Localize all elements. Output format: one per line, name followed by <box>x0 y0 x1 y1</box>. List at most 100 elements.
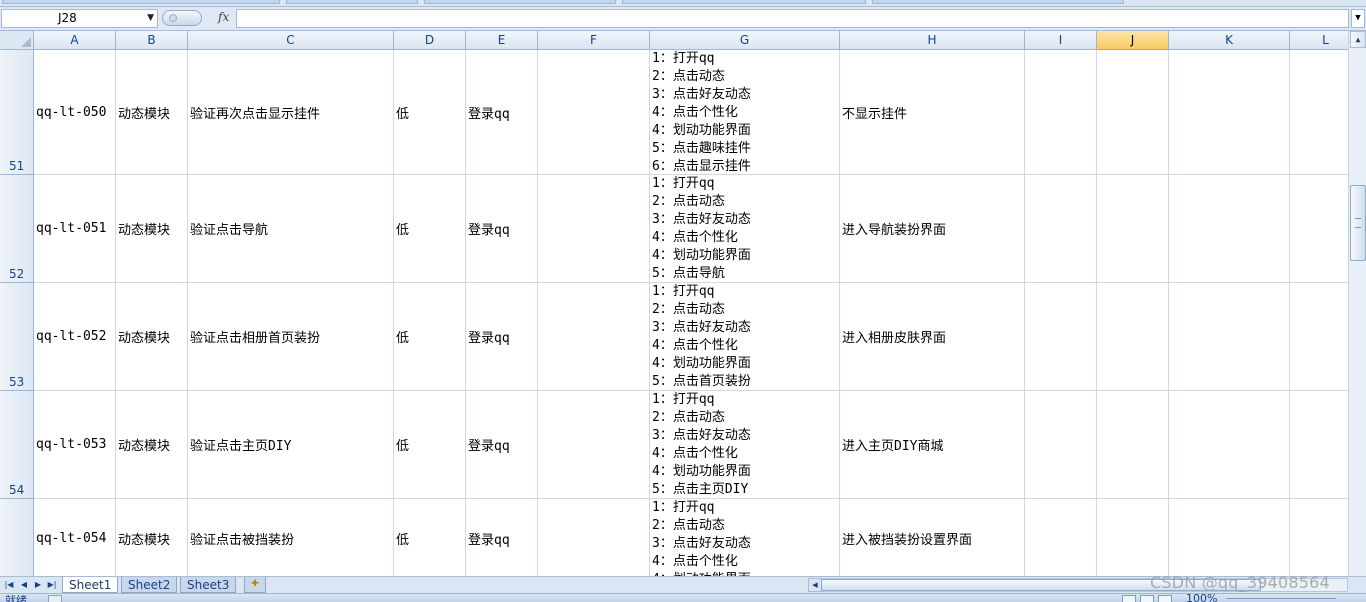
cell-empty[interactable] <box>538 175 650 283</box>
cell-precondition[interactable]: 登录qq <box>466 283 538 391</box>
sheet-tab[interactable]: Sheet2 <box>121 577 178 593</box>
cell-expected[interactable]: 进入被挡装扮设置界面 <box>840 499 1025 576</box>
column-header-j[interactable]: J <box>1097 31 1169 50</box>
cell-id[interactable]: qq-lt-050 <box>34 50 116 175</box>
cell-id[interactable]: qq-lt-051 <box>34 175 116 283</box>
cell-empty[interactable] <box>1097 50 1169 175</box>
macro-record-icon[interactable] <box>48 595 62 602</box>
column-header-e[interactable]: E <box>466 31 538 50</box>
formula-input[interactable] <box>236 9 1349 28</box>
column-header-g[interactable]: G <box>650 31 840 50</box>
cell-empty[interactable] <box>1097 391 1169 499</box>
scroll-up-button[interactable]: ▲ <box>1350 31 1366 48</box>
cell-id[interactable]: qq-lt-054 <box>34 499 116 576</box>
cell-empty[interactable] <box>538 283 650 391</box>
insert-sheet-icon[interactable]: ✚ <box>244 577 266 593</box>
cell-empty[interactable] <box>1290 391 1348 499</box>
cell-steps[interactable]: 1：打开qq 2：点击动态 3：点击好友动态 4：点击个性化 4：划动功能界面 5：点击首… <box>650 283 840 391</box>
vertical-scrollbar[interactable]: ▲ <box>1348 31 1366 576</box>
formula-toggle-button[interactable] <box>162 10 202 26</box>
sheet-tab[interactable]: Sheet1 <box>62 577 119 593</box>
sheet-tab[interactable]: Sheet3 <box>180 577 237 593</box>
cell-empty[interactable] <box>1097 283 1169 391</box>
cell-priority[interactable]: 低 <box>394 50 466 175</box>
scroll-left-button[interactable]: ◀ <box>808 578 822 592</box>
cell-priority[interactable]: 低 <box>394 175 466 283</box>
cell-empty[interactable] <box>1097 175 1169 283</box>
column-header-b[interactable]: B <box>116 31 188 50</box>
row-header[interactable]: 53 <box>0 283 34 391</box>
column-header-d[interactable]: D <box>394 31 466 50</box>
cell-empty[interactable] <box>1290 283 1348 391</box>
column-header-c[interactable]: C <box>188 31 394 50</box>
cell-title[interactable]: 验证再次点击显示挂件 <box>188 50 394 175</box>
column-header-l[interactable]: L <box>1290 31 1348 50</box>
row-header[interactable]: 51 <box>0 50 34 175</box>
cell-empty[interactable] <box>538 499 650 576</box>
normal-view-icon[interactable] <box>1122 595 1136 602</box>
last-sheet-icon[interactable]: ▶| <box>45 578 59 592</box>
cell-module[interactable]: 动态模块 <box>116 499 188 576</box>
cell-empty[interactable] <box>1169 175 1290 283</box>
cell-empty[interactable] <box>1169 499 1290 576</box>
cell-priority[interactable]: 低 <box>394 499 466 576</box>
cell-id[interactable]: qq-lt-052 <box>34 283 116 391</box>
cell-steps[interactable]: 1：打开qq2：点击动态3：点击好友动态4：点击个性化4：划动功能界面 <box>650 499 840 576</box>
cell-empty[interactable] <box>1025 499 1097 576</box>
worksheet-grid[interactable]: ABCDEFGHIJKL 51 52 53 54 qq-lt-050 动态模块 验证再次点… <box>0 31 1348 576</box>
cell-empty[interactable] <box>538 50 650 175</box>
chevron-down-icon[interactable]: ▼ <box>147 10 154 27</box>
cell-title[interactable]: 验证点击导航 <box>188 175 394 283</box>
prev-sheet-icon[interactable]: ◀ <box>17 578 31 592</box>
cell-expected[interactable]: 进入导航装扮界面 <box>840 175 1025 283</box>
row-header[interactable] <box>0 499 34 576</box>
next-sheet-icon[interactable]: ▶ <box>31 578 45 592</box>
cell-area[interactable]: qq-lt-050 动态模块 验证再次点击显示挂件低登录qq 1：打开qq 2：点击动态… <box>34 50 1348 576</box>
cell-empty[interactable] <box>1025 50 1097 175</box>
cell-empty[interactable] <box>1290 175 1348 283</box>
cell-empty[interactable] <box>1169 50 1290 175</box>
cell-empty[interactable] <box>1025 283 1097 391</box>
zoom-slider[interactable] <box>1226 598 1336 599</box>
cell-precondition[interactable]: 登录qq <box>466 499 538 576</box>
column-header-h[interactable]: H <box>840 31 1025 50</box>
column-header-k[interactable]: K <box>1169 31 1290 50</box>
cell-precondition[interactable]: 登录qq <box>466 50 538 175</box>
select-all-button[interactable] <box>0 31 34 50</box>
cell-steps[interactable]: 1：打开qq 2：点击动态 3：点击好友动态 4：点击个性化 4：划动功能界面 5：点击趣… <box>650 50 840 175</box>
cell-empty[interactable] <box>1169 391 1290 499</box>
column-header-i[interactable]: I <box>1025 31 1097 50</box>
cell-title[interactable]: 验证点击主页DIY <box>188 391 394 499</box>
cell-precondition[interactable]: 登录qq <box>466 175 538 283</box>
cell-priority[interactable]: 低 <box>394 391 466 499</box>
cell-id[interactable]: qq-lt-053 <box>34 391 116 499</box>
first-sheet-icon[interactable]: |◀ <box>2 578 16 592</box>
cell-empty[interactable] <box>1097 499 1169 576</box>
cell-precondition[interactable]: 登录qq <box>466 391 538 499</box>
column-header-a[interactable]: A <box>34 31 116 50</box>
page-break-view-icon[interactable] <box>1158 595 1172 602</box>
cell-module[interactable]: 动态模块 <box>116 283 188 391</box>
vertical-scroll-thumb[interactable] <box>1350 185 1366 261</box>
cell-empty[interactable] <box>1290 499 1348 576</box>
cell-empty[interactable] <box>1290 50 1348 175</box>
zoom-level[interactable]: 100% <box>1186 594 1217 602</box>
cell-empty[interactable] <box>538 391 650 499</box>
cell-expected[interactable]: 进入主页DIY商城 <box>840 391 1025 499</box>
page-layout-view-icon[interactable] <box>1140 595 1154 602</box>
name-box[interactable]: J28 ▼ <box>1 9 158 28</box>
column-header-f[interactable]: F <box>538 31 650 50</box>
cell-module[interactable]: 动态模块 <box>116 391 188 499</box>
insert-function-button[interactable]: fx <box>218 10 229 24</box>
cell-priority[interactable]: 低 <box>394 283 466 391</box>
cell-module[interactable]: 动态模块 <box>116 50 188 175</box>
cell-empty[interactable] <box>1169 283 1290 391</box>
cell-module[interactable]: 动态模块 <box>116 175 188 283</box>
expand-formula-bar-button[interactable]: ▼ <box>1351 9 1365 28</box>
cell-empty[interactable] <box>1025 391 1097 499</box>
row-header[interactable]: 54 <box>0 391 34 499</box>
cell-title[interactable]: 验证点击相册首页装扮 <box>188 283 394 391</box>
cell-steps[interactable]: 1：打开qq 2：点击动态 3：点击好友动态 4：点击个性化 4：划动功能界面 5：点击主… <box>650 391 840 499</box>
row-header[interactable]: 52 <box>0 175 34 283</box>
cell-expected[interactable]: 进入相册皮肤界面 <box>840 283 1025 391</box>
